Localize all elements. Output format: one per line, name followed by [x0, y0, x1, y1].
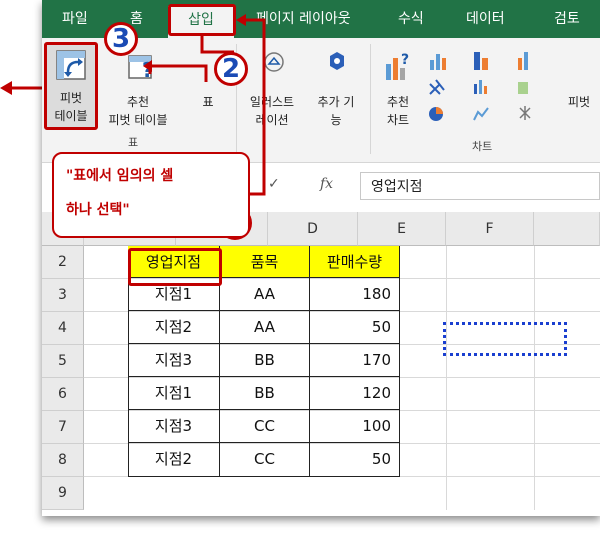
callout-line-1: "표에서 임의의 셀	[66, 168, 174, 184]
gridline	[446, 246, 447, 510]
table-cell[interactable]: 지점3	[128, 344, 220, 377]
row-header-8[interactable]: 8	[42, 444, 84, 477]
gridline	[534, 246, 535, 510]
row-header-9[interactable]: 9	[42, 477, 84, 510]
step-badge-3: 3	[104, 22, 138, 56]
row-header-5[interactable]: 5	[42, 345, 84, 378]
table-cell[interactable]: 지점2	[128, 311, 220, 344]
row-header-3[interactable]: 3	[42, 279, 84, 312]
excel-window: 파일 홈 삽입 페이지 레이아웃 수식 데이터 검토 피벗 테이블 추천 피벗 …	[42, 0, 600, 516]
left-arrow-annotation	[0, 81, 44, 95]
table-cell[interactable]: 지점2	[128, 443, 220, 477]
table-cell[interactable]: 50	[310, 311, 400, 344]
table-cell[interactable]: 지점3	[128, 410, 220, 443]
table-cell[interactable]: AA	[220, 311, 310, 344]
table-cell[interactable]: 180	[310, 278, 400, 311]
table-cell[interactable]: BB	[220, 344, 310, 377]
table-cell[interactable]: 50	[310, 443, 400, 477]
row-header-6[interactable]: 6	[42, 378, 84, 411]
table-cell[interactable]: BB	[220, 377, 310, 410]
row-header-7[interactable]: 7	[42, 411, 84, 444]
instruction-callout: "표에서 임의의 셀 하나 선택"	[52, 152, 250, 238]
table-cell[interactable]: AA	[220, 278, 310, 311]
callout-line-2: 하나 선택"	[66, 202, 130, 218]
table-cell[interactable]: 100	[310, 410, 400, 443]
table-cell[interactable]: CC	[220, 443, 310, 477]
pivot-destination-marker	[443, 322, 567, 356]
table-cell[interactable]: 120	[310, 377, 400, 410]
table-cell[interactable]: 지점1	[128, 377, 220, 410]
step-badge-2: 2	[214, 52, 248, 86]
table-cell[interactable]: 170	[310, 344, 400, 377]
table-cell[interactable]: CC	[220, 410, 310, 443]
row-header-4[interactable]: 4	[42, 312, 84, 345]
